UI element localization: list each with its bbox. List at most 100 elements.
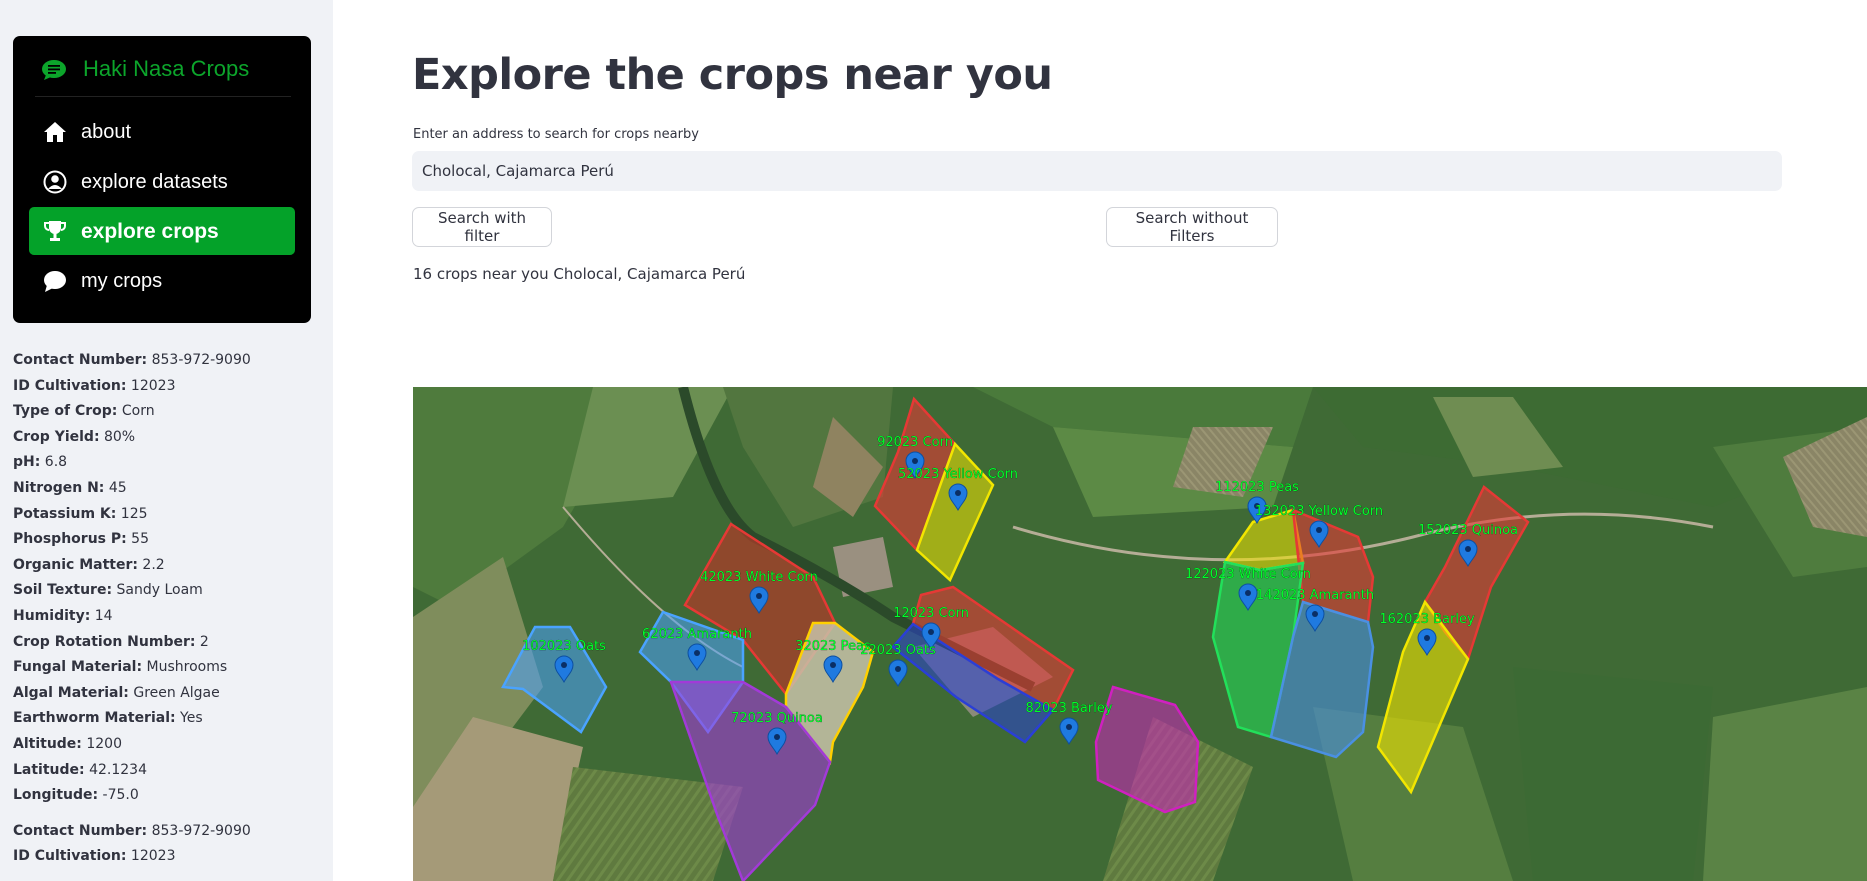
detail-value: 125: [116, 505, 148, 522]
nav-menu: Haki Nasa Crops about explore datasets e…: [13, 36, 311, 323]
detail-key: ID Cultivation:: [13, 377, 127, 394]
plot-label: 22023 Oats: [860, 643, 936, 658]
crop-details: Contact Number: 853-972-9090 ID Cultivati…: [13, 348, 313, 870]
detail-key: Soil Texture:: [13, 582, 113, 599]
plot-label: 12023 Corn: [893, 606, 969, 621]
plot-label: 92023 Corn: [877, 435, 953, 450]
detail-value: 2: [195, 633, 209, 650]
detail-row: ID Cultivation: 12023: [13, 844, 313, 870]
detail-key: Crop Rotation Number:: [13, 633, 196, 650]
plot-label: 112023 Peas: [1215, 480, 1299, 495]
search-without-filters-button[interactable]: Search without Filters: [1106, 207, 1278, 247]
detail-key: Nitrogen N:: [13, 479, 105, 496]
detail-value: Yes: [175, 710, 203, 727]
detail-row: Crop Rotation Number: 2: [13, 630, 313, 656]
detail-key: Altitude:: [13, 735, 82, 752]
detail-value: 14: [90, 607, 113, 624]
nav-label: my crops: [81, 270, 163, 292]
detail-value: Corn: [117, 403, 155, 420]
plot-label: 72023 Quinoa: [731, 711, 823, 726]
address-search-input[interactable]: [412, 151, 1782, 191]
detail-value: 6.8: [40, 454, 68, 471]
nav-divider: [35, 96, 291, 97]
plot-label: 42023 White Corn: [700, 570, 818, 585]
detail-key: Humidity:: [13, 607, 91, 624]
detail-value: 55: [126, 531, 149, 548]
nav-header: Haki Nasa Crops: [13, 36, 311, 96]
chat-dots-icon: [42, 60, 66, 80]
nav-label: explore datasets: [81, 171, 228, 193]
detail-row: Longitude: -75.0: [13, 783, 313, 809]
nav-label: about: [81, 121, 132, 143]
detail-value: 2.2: [137, 556, 165, 573]
plot-label: 152023 Quinoa: [1418, 523, 1518, 538]
detail-key: Fungal Material:: [13, 659, 143, 676]
detail-row: Humidity: 14: [13, 604, 313, 630]
nav-item-explore-datasets[interactable]: explore datasets: [29, 158, 295, 206]
nav-label: explore crops: [81, 220, 219, 243]
detail-row: Crop Yield: 80%: [13, 425, 313, 451]
detail-row: Contact Number: 853-972-9090: [13, 348, 313, 374]
detail-value: Mushrooms: [142, 659, 228, 676]
detail-value: Sandy Loam: [112, 582, 203, 599]
detail-key: Type of Crop:: [13, 403, 118, 420]
detail-row: Fungal Material: Mushrooms: [13, 655, 313, 681]
sidebar: Haki Nasa Crops about explore datasets e…: [0, 0, 333, 881]
detail-value: 1200: [81, 735, 122, 752]
detail-row: Altitude: 1200: [13, 732, 313, 758]
map-canvas[interactable]: 92023 Corn 52023 Yellow Corn 42023 White C…: [413, 387, 1867, 881]
detail-value: 12023: [126, 848, 176, 865]
detail-value: 42.1234: [84, 761, 147, 778]
detail-value: 12023: [126, 377, 176, 394]
detail-key: Longitude:: [13, 787, 99, 804]
plot-label: 82023 Barley: [1025, 701, 1112, 716]
detail-value: 853-972-9090: [147, 352, 251, 368]
house-icon: [44, 122, 66, 142]
detail-row: Latitude: 42.1234: [13, 758, 313, 784]
detail-key: pH:: [13, 454, 41, 471]
detail-row: pH: 6.8: [13, 450, 313, 476]
detail-row: Nitrogen N: 45: [13, 476, 313, 502]
detail-row: ID Cultivation: 12023: [13, 374, 313, 400]
detail-row: Potassium K: 125: [13, 502, 313, 528]
detail-row: Phosphorus P: 55: [13, 527, 313, 553]
person-circle-icon: [43, 170, 67, 194]
detail-value: 80%: [99, 428, 136, 445]
satellite-map[interactable]: 92023 Corn 52023 Yellow Corn 42023 White C…: [413, 387, 1867, 881]
detail-row: Organic Matter: 2.2: [13, 553, 313, 579]
trophy-icon: [44, 221, 66, 241]
results-count-text: 16 crops near you Cholocal, Cajamarca Pe…: [413, 265, 746, 283]
detail-row: Type of Crop: Corn: [13, 399, 313, 425]
detail-value: 853-972-9090: [147, 822, 251, 839]
detail-key: Contact Number:: [13, 822, 148, 839]
plot-label: 62023 Amaranth: [642, 627, 752, 642]
detail-key: ID Cultivation:: [13, 848, 127, 865]
search-with-filter-button[interactable]: Search with filter: [412, 207, 552, 247]
nav-item-my-crops[interactable]: my crops: [29, 257, 295, 305]
plot-label: 52023 Yellow Corn: [898, 467, 1018, 482]
detail-key: Earthworm Material:: [13, 710, 176, 727]
plot-label: 162023 Barley: [1379, 612, 1475, 627]
detail-row: Soil Texture: Sandy Loam: [13, 578, 313, 604]
detail-value: Green Algae: [128, 684, 220, 701]
page-title: Explore the crops near you: [412, 50, 1053, 100]
plot-label: 132023 Yellow Corn: [1255, 504, 1383, 519]
plot-label: 122023 White Corn: [1185, 567, 1311, 582]
detail-key: Phosphorus P:: [13, 531, 127, 548]
detail-key: Potassium K:: [13, 505, 117, 522]
detail-row: Contact Number: 853-972-9090: [13, 819, 313, 845]
detail-row: Algal Material: Green Algae: [13, 681, 313, 707]
app-title: Haki Nasa Crops: [83, 56, 250, 81]
record-separator: [13, 809, 313, 819]
detail-row: Earthworm Material: Yes: [13, 706, 313, 732]
plot-label: 142023 Amaranth: [1256, 588, 1374, 603]
nav-item-about[interactable]: about: [29, 108, 295, 156]
search-label: Enter an address to search for crops nea…: [413, 127, 699, 142]
detail-value: -75.0: [98, 787, 139, 804]
detail-key: Algal Material:: [13, 684, 129, 701]
detail-key: Organic Matter:: [13, 556, 138, 573]
nav-item-explore-crops[interactable]: explore crops: [29, 207, 295, 255]
detail-value: 45: [104, 479, 127, 496]
plot-label: 102023 Oats: [522, 639, 606, 654]
chat-icon: [44, 271, 66, 292]
